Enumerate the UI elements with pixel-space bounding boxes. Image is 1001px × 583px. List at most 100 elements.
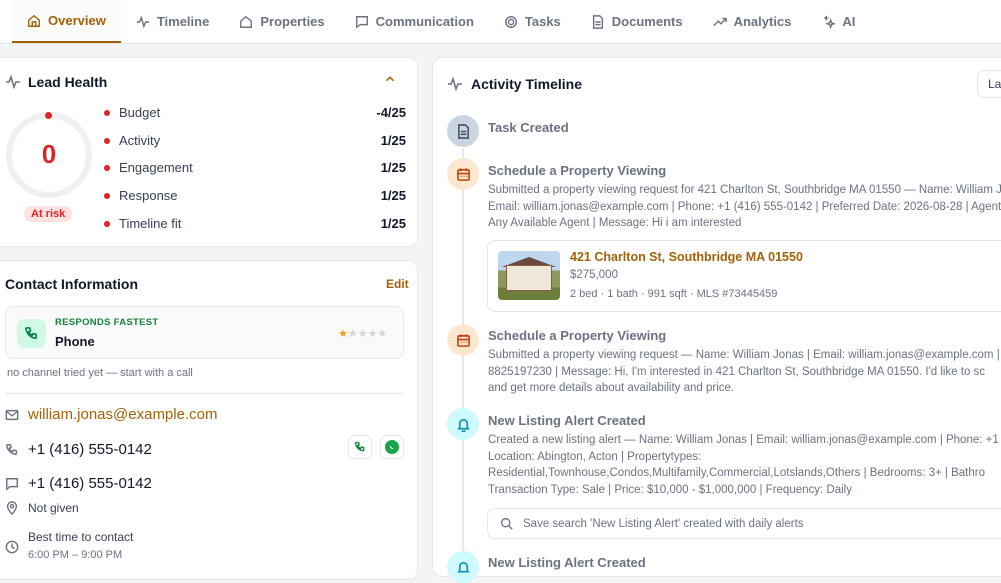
responds-fastest-value: Phone [55,334,95,349]
rating-stars: ★★★★★ [338,327,387,340]
pulse-icon [5,74,21,95]
best-time-row: Best time to contact 6:00 PM – 9:00 PM [5,530,133,561]
property-card[interactable]: 421 Charlton St, Southbridge MA 01550 $2… [487,240,1001,312]
chat-icon [6,477,18,491]
metric-budget: Budget -4/25 [104,105,406,120]
status-dot [104,137,110,144]
timeline-event-text: and get more details about availability … [488,382,735,394]
document-icon [592,14,603,29]
timeline-event-text: Created a new listing alert — Name: Will… [488,434,1001,446]
tab-label: Tasks [524,14,561,29]
metric-engagement: Engagement 1/25 [104,160,406,175]
phone-icon [354,441,365,452]
email-link[interactable]: william.jonas@example.com [28,406,217,423]
saved-search-text: Save search 'New Listing Alert' created … [523,517,804,530]
timeline-event-text: Any Available Agent | Message: Hi i am i… [488,217,742,229]
phone-icon [6,443,18,455]
search-icon [500,517,513,530]
call-button[interactable] [348,435,372,459]
tab-label: Properties [260,14,325,29]
sms-number[interactable]: +1 (416) 555-0142 [28,475,152,492]
timeline-event-title: Schedule a Property Viewing [488,328,667,343]
bell-icon [456,561,470,573]
phone-number[interactable]: +1 (416) 555-0142 [28,441,152,458]
gauge-indicator [45,112,52,119]
tab-label: Analytics [733,14,792,29]
metric-label: Engagement [119,160,193,175]
tab-label: Timeline [156,14,210,29]
edit-button[interactable]: Edit [386,277,409,291]
range-dropdown[interactable]: La [977,70,1001,98]
chevron-up-icon[interactable] [383,72,397,91]
location-value: Not given [28,501,79,515]
property-meta: 2 bed · 1 bath · 991 sqft · MLS #7344545… [570,288,778,300]
whatsapp-button[interactable] [380,435,404,459]
status-dot [104,192,110,199]
status-dot [104,164,110,171]
timeline-line [462,148,464,568]
tab-timeline[interactable]: Timeline [121,0,225,43]
timeline-event-text: 8825197230 | Message: Hi, I'm interested… [488,366,986,378]
timeline-event-icon [447,115,479,147]
chat-icon [355,15,368,29]
metric-value: -4/25 [376,105,406,120]
target-icon [504,15,517,28]
timeline-event-text: Transaction Type: Sale | Price: $10,000 … [488,484,852,496]
tab-tasks[interactable]: Tasks [489,0,576,43]
metric-timeline-fit: Timeline fit 1/25 [104,216,406,231]
email-row: william.jonas@example.com [5,406,217,423]
map-pin-icon [6,501,18,515]
lead-health-title: Lead Health [28,74,108,90]
star-icon: ★ [377,328,388,340]
building-icon [240,15,253,28]
metric-response: Response 1/25 [104,188,406,203]
calendar-icon [456,167,470,181]
timeline-event-text: Submitted a property viewing request — N… [488,349,1001,361]
tab-documents[interactable]: Documents [576,0,698,43]
metric-value: 1/25 [380,188,406,203]
status-dot [104,220,110,227]
star-icon: ★ [347,328,358,340]
metric-label: Timeline fit [119,216,182,231]
tab-overview[interactable]: Overview [12,0,121,43]
tab-analytics[interactable]: Analytics [698,0,807,43]
whatsapp-icon [385,440,399,454]
tab-label: AI [842,14,856,29]
saved-search-note[interactable]: Save search 'New Listing Alert' created … [487,508,1001,539]
timeline-event-title: New Listing Alert Created [488,413,646,428]
best-time-label: Best time to contact [28,530,134,544]
contact-title: Contact Information [5,276,138,292]
metric-value: 1/25 [380,160,406,175]
pulse-icon [136,15,149,28]
timeline-event-title: Task Created [488,120,569,135]
timeline-event-text: Residential,Townhouse,Condos,Multifamily… [488,467,985,479]
best-time-value: 6:00 PM – 9:00 PM [28,549,123,561]
metric-label: Response [119,188,178,203]
health-score: 0 [41,139,57,169]
sms-row: +1 (416) 555-0142 [5,475,152,492]
timeline-title: Activity Timeline [471,76,583,92]
tab-ai[interactable]: AI [806,0,870,43]
trend-icon [712,17,727,26]
timeline-event-text: Email: william.jonas@example.com | Phone… [488,201,1001,213]
pulse-icon [447,76,463,97]
metric-label: Activity [119,133,161,148]
phone-icon [17,319,46,348]
tab-communication[interactable]: Communication [340,0,489,43]
activity-timeline-card [432,57,1001,577]
document-icon [457,123,469,139]
metric-value: 1/25 [380,133,406,148]
status-badge: At risk [24,206,73,222]
mail-icon [5,409,19,420]
metric-label: Budget [119,105,161,120]
tab-label: Communication [375,14,474,29]
timeline-event-icon [447,324,479,356]
calendar-icon [456,333,470,347]
timeline-event-text: Location: Abington, Acton | Propertytype… [488,451,702,463]
timeline-event-text: Submitted a property viewing request for… [488,184,1001,196]
tab-properties[interactable]: Properties [224,0,339,43]
timeline-event-title: Schedule a Property Viewing [488,163,667,178]
bell-icon [456,418,470,432]
property-address[interactable]: 421 Charlton St, Southbridge MA 01550 [570,250,803,264]
property-thumbnail [498,251,560,300]
